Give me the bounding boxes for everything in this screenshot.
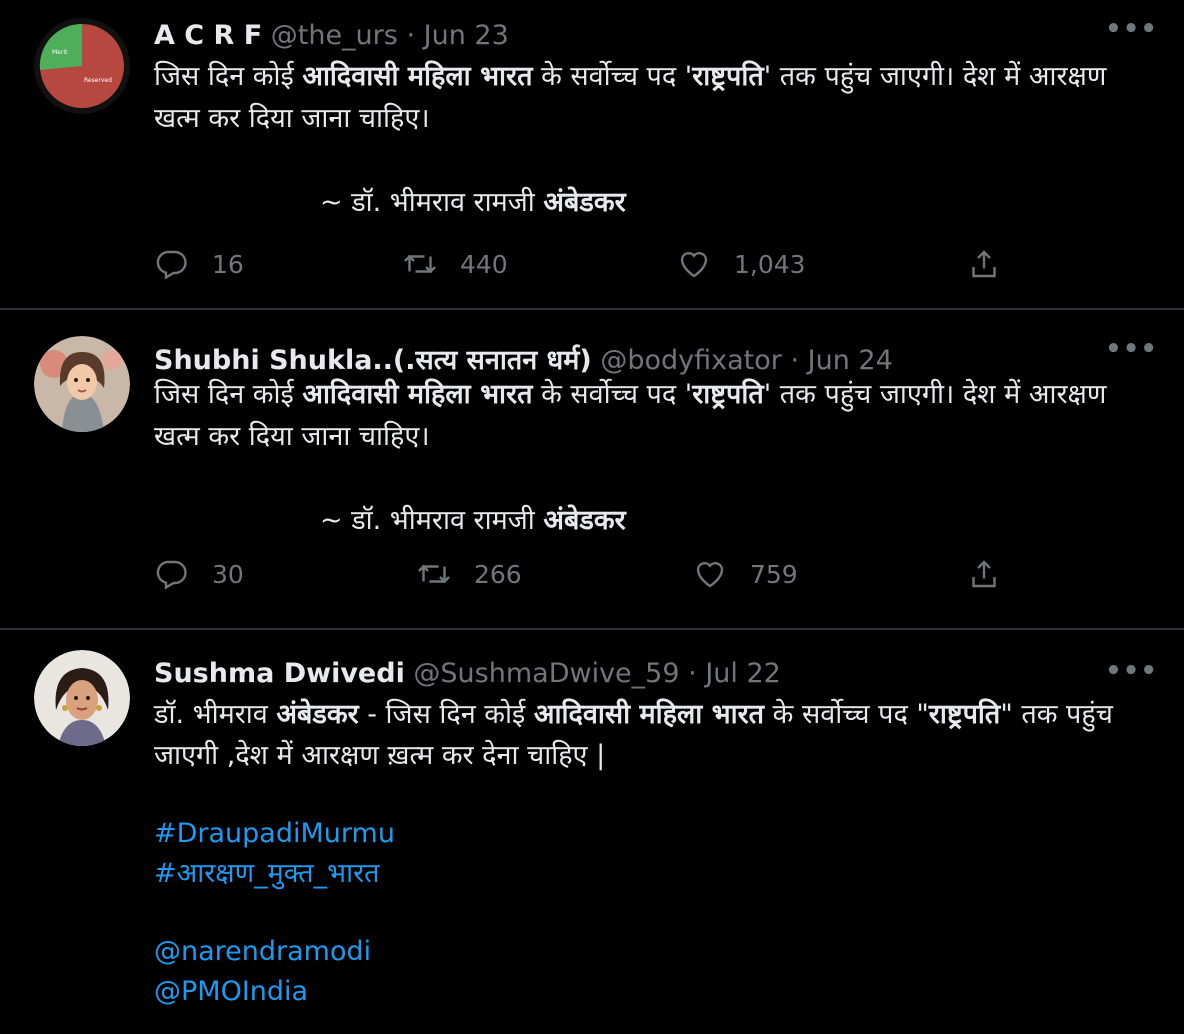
tweet-header: A C R F @the_urs · Jun 23 [154, 20, 1124, 51]
avatar-label-reserved: Reserved [84, 77, 112, 84]
text-bold: आदिवासी महिला भारत [302, 61, 533, 92]
tweet-date[interactable]: Jul 22 [705, 658, 781, 689]
user-handle[interactable]: @SushmaDwive_59 [413, 658, 679, 689]
tweet[interactable]: Sushma Dwivedi @SushmaDwive_59 · Jul 22 … [0, 630, 1184, 1034]
tweet[interactable]: Shubhi Shukla..(.सत्य सनातन धर्म) @bodyf… [0, 310, 1184, 630]
tweet-date[interactable]: Jun 23 [424, 20, 509, 51]
mention-link[interactable]: @narendramodi [154, 932, 1154, 972]
mention-link[interactable]: @PMOIndia [154, 972, 1154, 1012]
share-button[interactable] [966, 244, 1024, 284]
reply-count: 16 [212, 249, 244, 279]
text-segment: के सर्वोच्च पद ' [532, 379, 693, 410]
user-handle[interactable]: @the_urs [271, 20, 398, 51]
text-bold: आदिवासी महिला भारत [302, 379, 533, 410]
display-name[interactable]: Shubhi Shukla..(.सत्य सनातन धर्म) [154, 345, 592, 376]
hashtag-link[interactable]: #DraupadiMurmu [154, 814, 1154, 854]
reply-button[interactable]: 16 [154, 244, 244, 284]
text-bold: आदिवासी महिला भारत [533, 699, 765, 730]
more-icon[interactable]: ••• [1105, 334, 1158, 364]
share-icon [972, 250, 996, 278]
text-segment: जिस दिन कोई [154, 61, 303, 92]
retweet-count: 440 [460, 249, 508, 279]
text-segment: - जिस दिन कोई [358, 699, 534, 730]
like-icon [696, 562, 724, 588]
signature: ~ डॉ. भीमराव रामजी अंबेडकर [154, 182, 1154, 224]
like-count: 759 [750, 559, 798, 589]
text-bold: अंबेडकर [543, 187, 626, 218]
like-button[interactable]: 759 [692, 554, 798, 594]
retweet-icon [404, 254, 436, 274]
avatar-label-merit: Merit [52, 49, 68, 56]
like-icon [680, 252, 708, 278]
more-icon[interactable]: ••• [1105, 656, 1158, 686]
text-bold: राष्ट्रपति [928, 699, 1001, 730]
text-bold: अंबेडकर [276, 699, 359, 730]
display-name[interactable]: A C R F [154, 20, 262, 51]
tweet-date[interactable]: Jun 24 [808, 345, 893, 376]
text-segment: डॉ. भीमराव [154, 699, 277, 730]
hashtag-link[interactable]: #आरक्षण_मुक्त_भारत [154, 854, 1154, 894]
user-handle[interactable]: @bodyfixator [600, 345, 782, 376]
signature: ~ डॉ. भीमराव रामजी अंबेडकर [154, 500, 1154, 542]
display-name[interactable]: Sushma Dwivedi [154, 658, 405, 689]
text-segment: ~ डॉ. भीमराव रामजी [320, 187, 544, 218]
share-icon [972, 560, 996, 588]
avatar[interactable] [34, 650, 130, 746]
action-bar: 30 266 759 [154, 554, 1004, 594]
tweet-text: जिस दिन कोई आदिवासी महिला भारत के सर्वोच… [154, 56, 1154, 224]
like-button[interactable]: 1,043 [676, 244, 806, 284]
reply-button[interactable]: 30 [154, 554, 244, 594]
retweet-count: 266 [474, 559, 522, 589]
share-button[interactable] [966, 554, 1024, 594]
text-segment: के सर्वोच्च पद ' [532, 61, 693, 92]
retweet-icon [418, 564, 450, 584]
reply-count: 30 [212, 559, 244, 589]
separator: · [790, 345, 800, 376]
tweet-header: Sushma Dwivedi @SushmaDwive_59 · Jul 22 [154, 658, 1124, 689]
separator: · [688, 658, 697, 689]
tweet-header: Shubhi Shukla..(.सत्य सनातन धर्म) @bodyf… [154, 340, 1124, 377]
reply-icon [156, 250, 187, 280]
avatar[interactable]: Merit Reserved [34, 18, 130, 114]
text-segment: के सर्वोच्च पद " [764, 699, 929, 730]
text-bold: राष्ट्रपति [692, 379, 764, 410]
text-segment: जिस दिन कोई [154, 379, 303, 410]
more-icon[interactable]: ••• [1105, 14, 1158, 44]
tweet[interactable]: Merit Reserved A C R F @the_urs · Jun 23… [0, 0, 1184, 310]
action-bar: 16 440 1,043 [154, 244, 1004, 284]
reply-icon [156, 560, 187, 590]
like-count: 1,043 [734, 249, 806, 279]
text-bold: राष्ट्रपति [692, 61, 764, 92]
retweet-button[interactable]: 266 [416, 554, 522, 594]
text-bold: अंबेडकर [543, 505, 626, 536]
text-segment: ~ डॉ. भीमराव रामजी [320, 505, 544, 536]
tweet-text: डॉ. भीमराव अंबेडकर - जिस दिन कोई आदिवासी… [154, 694, 1154, 1012]
avatar[interactable] [34, 336, 130, 432]
tweet-text: जिस दिन कोई आदिवासी महिला भारत के सर्वोच… [154, 374, 1154, 542]
separator: · [406, 20, 416, 51]
retweet-button[interactable]: 440 [402, 244, 508, 284]
